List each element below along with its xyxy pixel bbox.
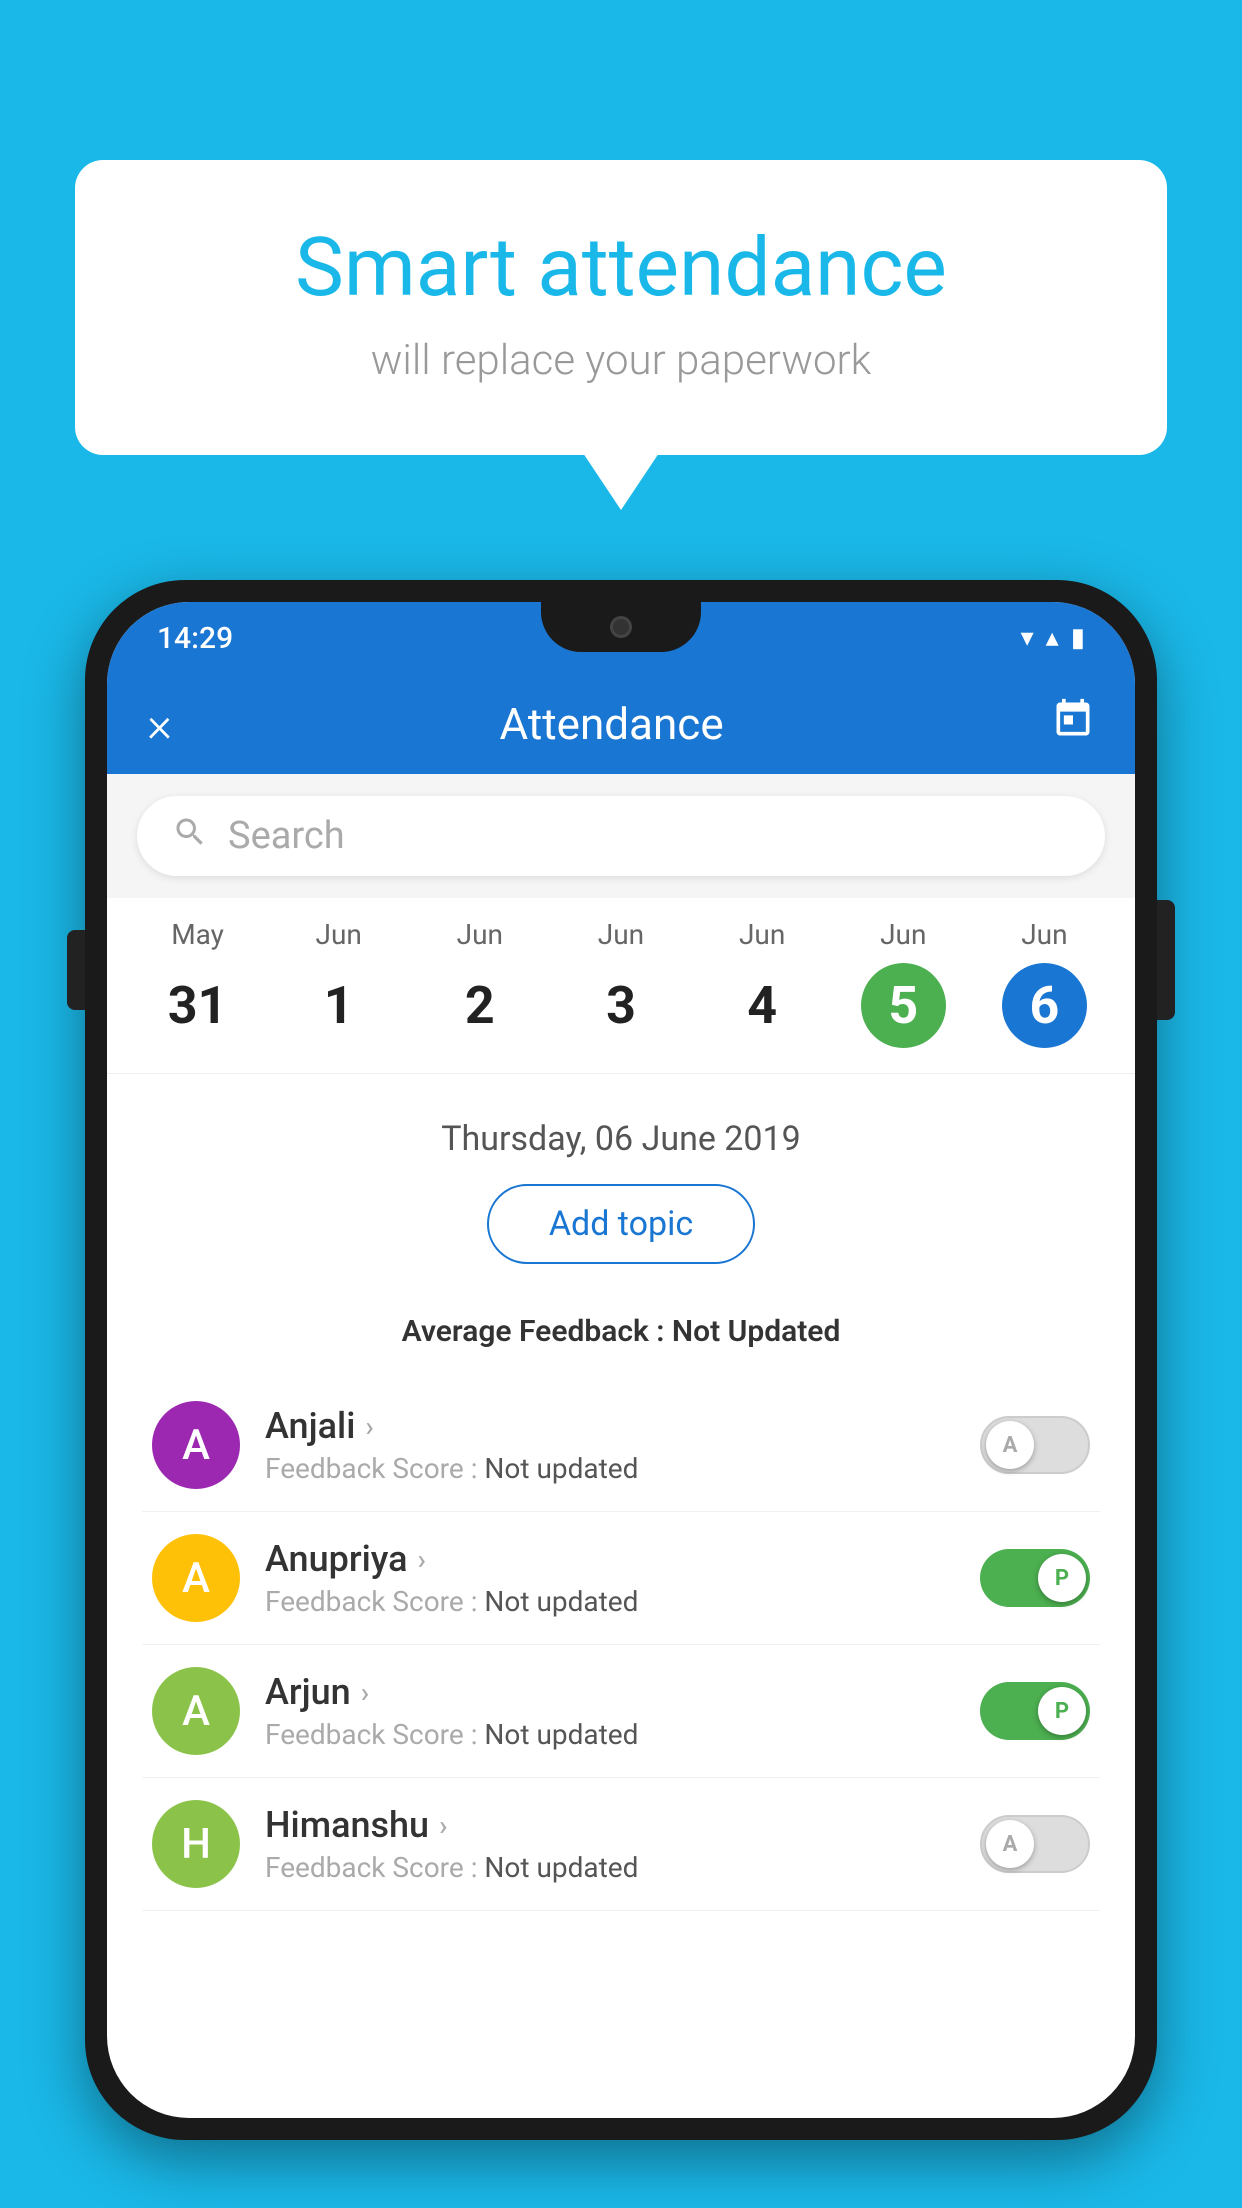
cal-day-1[interactable]: Jun 1 [296, 918, 381, 1048]
avg-feedback: Average Feedback : Not Updated [142, 1314, 1100, 1349]
toggle-track: A [980, 1815, 1090, 1873]
search-container: Search [107, 774, 1135, 898]
chevron-icon: › [418, 1543, 426, 1576]
cal-month-label: Jun [739, 918, 785, 951]
bubble-title: Smart attendance [155, 220, 1087, 316]
cal-day-6[interactable]: Jun 6 [1002, 918, 1087, 1048]
cal-num-label: 3 [578, 963, 663, 1048]
selected-date: Thursday, 06 June 2019 [142, 1119, 1100, 1159]
toggle-thumb: P [1038, 1554, 1086, 1602]
attendance-toggle[interactable]: P [980, 1682, 1090, 1740]
attendance-toggle[interactable]: P [980, 1549, 1090, 1607]
header-title: Attendance [499, 698, 723, 750]
cal-num-label: 6 [1002, 963, 1087, 1048]
student-feedback: Feedback Score : Not updated [265, 1452, 955, 1485]
add-topic-button[interactable]: Add topic [487, 1184, 755, 1264]
status-bar: 14:29 ▾ ▴ ▮ [107, 602, 1135, 674]
search-bar[interactable]: Search [137, 796, 1105, 876]
feedback-value: Not updated [484, 1718, 638, 1751]
toggle-thumb: P [1038, 1687, 1086, 1735]
student-info: Arjun › Feedback Score : Not updated [265, 1671, 955, 1751]
cal-day-31[interactable]: May 31 [155, 918, 240, 1048]
cal-num-label: 4 [720, 963, 805, 1048]
student-info: Anupriya › Feedback Score : Not updated [265, 1538, 955, 1618]
cal-month-label: Jun [880, 918, 926, 951]
content-area: Thursday, 06 June 2019 Add topic Average… [107, 1074, 1135, 1936]
cal-day-5[interactable]: Jun 5 [861, 918, 946, 1048]
cal-day-3[interactable]: Jun 3 [578, 918, 663, 1048]
feedback-value: Not updated [484, 1585, 638, 1618]
cal-num-label: 2 [437, 963, 522, 1048]
student-feedback: Feedback Score : Not updated [265, 1718, 955, 1751]
feedback-value: Not updated [484, 1851, 638, 1884]
cal-month-label: Jun [1021, 918, 1067, 951]
feedback-value: Not updated [484, 1452, 638, 1485]
student-feedback: Feedback Score : Not updated [265, 1851, 955, 1884]
app-header: × Attendance [107, 674, 1135, 774]
notch [541, 602, 701, 652]
attendance-toggle[interactable]: A [980, 1815, 1090, 1873]
cal-month-label: Jun [316, 918, 362, 951]
cal-num-label: 5 [861, 963, 946, 1048]
chevron-icon: › [365, 1410, 373, 1443]
student-name[interactable]: Arjun › [265, 1671, 955, 1713]
battery-icon: ▮ [1071, 623, 1085, 653]
speech-bubble: Smart attendance will replace your paper… [75, 160, 1167, 455]
student-avatar: A [152, 1401, 240, 1489]
student-item: A Anjali › Feedback Score : Not updated A [142, 1379, 1100, 1512]
chevron-icon: › [439, 1809, 447, 1842]
phone-screen: 14:29 ▾ ▴ ▮ × Attendance [107, 602, 1135, 2118]
phone-frame: 14:29 ▾ ▴ ▮ × Attendance [85, 580, 1157, 2140]
signal-icon: ▴ [1046, 623, 1059, 653]
student-feedback: Feedback Score : Not updated [265, 1585, 955, 1618]
student-info: Himanshu › Feedback Score : Not updated [265, 1804, 955, 1884]
student-item: H Himanshu › Feedback Score : Not updated A [142, 1778, 1100, 1911]
wifi-icon: ▾ [1021, 623, 1034, 653]
student-item: A Anupriya › Feedback Score : Not updated P [142, 1512, 1100, 1645]
attendance-toggle[interactable]: A [980, 1416, 1090, 1474]
student-avatar: A [152, 1534, 240, 1622]
search-placeholder[interactable]: Search [228, 814, 1070, 858]
student-avatar: A [152, 1667, 240, 1755]
calendar-icon[interactable] [1051, 697, 1095, 751]
speech-bubble-container: Smart attendance will replace your paper… [75, 160, 1167, 455]
toggle-track: A [980, 1416, 1090, 1474]
cal-day-2[interactable]: Jun 2 [437, 918, 522, 1048]
cal-month-label: Jun [598, 918, 644, 951]
phone-container: 14:29 ▾ ▴ ▮ × Attendance [85, 580, 1157, 2208]
chevron-icon: › [361, 1676, 369, 1709]
student-name[interactable]: Anupriya › [265, 1538, 955, 1580]
bubble-subtitle: will replace your paperwork [155, 336, 1087, 385]
student-avatar: H [152, 1800, 240, 1888]
avg-feedback-value: Not Updated [672, 1314, 840, 1349]
student-name[interactable]: Anjali › [265, 1405, 955, 1447]
search-icon [172, 814, 208, 859]
calendar-strip: May 31 Jun 1 Jun 2 Jun 3 Jun 4 Jun 5 Jun 6 [107, 898, 1135, 1074]
cal-month-label: Jun [457, 918, 503, 951]
cal-day-4[interactable]: Jun 4 [720, 918, 805, 1048]
toggle-track: P [980, 1682, 1090, 1740]
student-info: Anjali › Feedback Score : Not updated [265, 1405, 955, 1485]
student-name[interactable]: Himanshu › [265, 1804, 955, 1846]
status-icons: ▾ ▴ ▮ [1021, 623, 1085, 653]
notch-camera [610, 616, 632, 638]
status-time: 14:29 [157, 621, 233, 656]
student-list: AAnjali ›Feedback Score : Not updatedAAA… [142, 1379, 1100, 1911]
cal-month-label: May [171, 918, 224, 951]
cal-num-label: 1 [296, 963, 381, 1048]
toggle-thumb: A [986, 1820, 1034, 1868]
toggle-track: P [980, 1549, 1090, 1607]
cal-num-label: 31 [155, 963, 240, 1048]
close-button[interactable]: × [147, 696, 172, 753]
toggle-thumb: A [986, 1421, 1034, 1469]
student-item: A Arjun › Feedback Score : Not updated P [142, 1645, 1100, 1778]
